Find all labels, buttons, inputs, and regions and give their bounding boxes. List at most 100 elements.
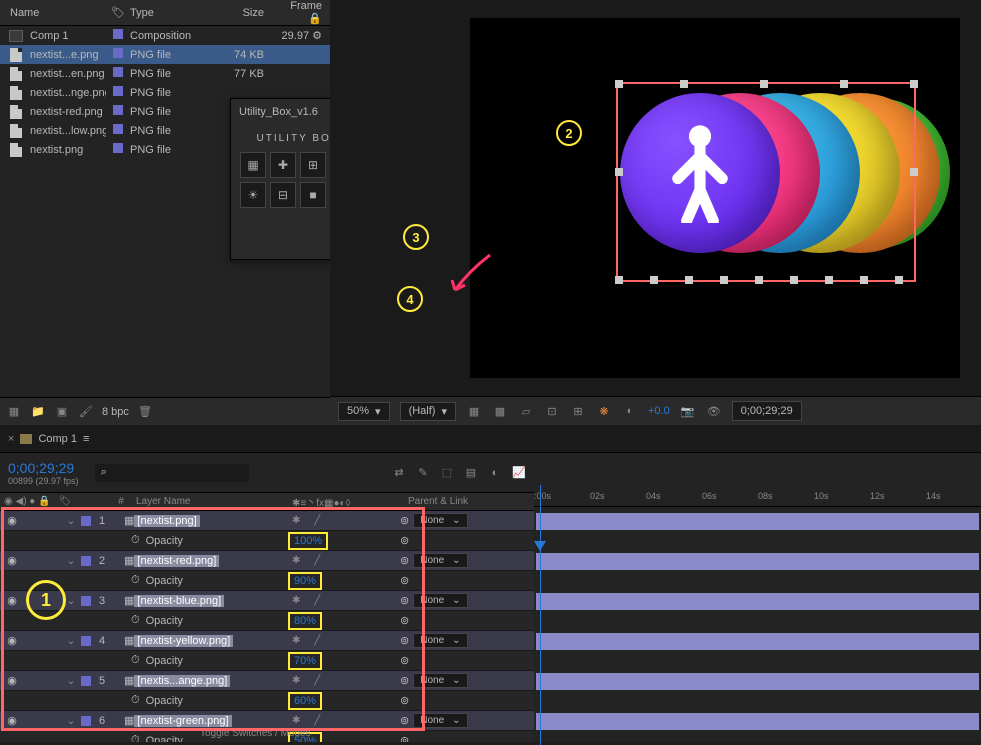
- bpc-label[interactable]: 8 bpc: [102, 406, 129, 418]
- label-color[interactable]: [81, 596, 91, 606]
- utility-tool-5[interactable]: ☀: [240, 182, 266, 208]
- layer-switches[interactable]: ✱ ╱: [292, 635, 400, 646]
- toggle-switches-label[interactable]: Toggle Switches / Modes: [200, 725, 311, 742]
- utility-tool-6[interactable]: ⊟: [270, 182, 296, 208]
- eye-icon[interactable]: ◉: [4, 554, 20, 567]
- eye-icon[interactable]: ◉: [4, 514, 20, 527]
- opacity-value[interactable]: 60%: [290, 694, 320, 708]
- link-icon[interactable]: ⊚: [400, 614, 409, 627]
- resolution-select[interactable]: (Half)▾: [400, 402, 456, 421]
- fast-preview-icon[interactable]: ▦: [466, 403, 482, 419]
- tag-cell[interactable]: [108, 67, 128, 80]
- handle-icon[interactable]: [615, 168, 623, 176]
- parent-link[interactable]: ⊚None⌄: [400, 713, 530, 728]
- twirl-icon[interactable]: ⌄: [64, 674, 78, 687]
- mask-icon[interactable]: ▱: [518, 403, 534, 419]
- stopwatch-icon[interactable]: ⏱: [131, 694, 140, 707]
- stopwatch-icon[interactable]: ⏱: [131, 654, 140, 667]
- draft3d-icon[interactable]: ✎: [414, 464, 432, 482]
- handle-icon[interactable]: [825, 276, 833, 284]
- layer-name[interactable]: [nextist-red.png]: [134, 555, 292, 567]
- layer-switches[interactable]: ✱ ╱: [292, 555, 400, 566]
- utility-tool-3[interactable]: ⊞: [300, 152, 326, 178]
- twirl-icon[interactable]: ⌄: [64, 634, 78, 647]
- handle-icon[interactable]: [760, 80, 768, 88]
- col-size[interactable]: Size: [222, 7, 272, 19]
- frame-blend-icon[interactable]: ▤: [462, 464, 480, 482]
- eye-icon[interactable]: ◉: [4, 634, 20, 647]
- parent-link[interactable]: ⊚None⌄: [400, 593, 530, 608]
- current-time[interactable]: 0;00;29;29: [8, 460, 79, 476]
- col-num[interactable]: #: [110, 496, 132, 507]
- new-folder-icon[interactable]: 📁: [30, 404, 46, 420]
- link-icon[interactable]: ⊚: [400, 574, 409, 587]
- layer-bar[interactable]: [536, 713, 979, 730]
- opacity-label[interactable]: Opacity: [140, 535, 290, 547]
- layer-switches[interactable]: ✱ ╱: [292, 515, 400, 526]
- handle-icon[interactable]: [685, 276, 693, 284]
- utility-tool-2[interactable]: ✚: [270, 152, 296, 178]
- eye-icon[interactable]: ◉: [4, 714, 20, 727]
- opacity-label[interactable]: Opacity: [140, 575, 290, 587]
- col-type[interactable]: Type: [130, 7, 220, 19]
- opacity-label[interactable]: Opacity: [140, 615, 290, 627]
- link-icon[interactable]: ⊚: [400, 654, 409, 667]
- layer-row[interactable]: ◉ ⌄ 5 ▦ [nextis...ange.png] ✱ ╱ ⊚None⌄: [0, 671, 534, 691]
- tag-cell[interactable]: [108, 143, 128, 156]
- tab-comp1[interactable]: Comp 1: [38, 433, 77, 445]
- col-parent[interactable]: Parent & Link: [400, 496, 530, 507]
- layer-bar[interactable]: [536, 593, 979, 610]
- exposure-value[interactable]: +0.0: [648, 405, 670, 417]
- handle-icon[interactable]: [650, 276, 658, 284]
- viewer-canvas[interactable]: [470, 18, 960, 378]
- layer-switches[interactable]: ✱ ╱: [292, 675, 400, 686]
- opacity-row[interactable]: ⏱ Opacity 90% ⊚: [0, 571, 534, 591]
- opacity-value[interactable]: 100%: [290, 534, 326, 548]
- tag-cell[interactable]: [108, 29, 128, 42]
- stopwatch-icon[interactable]: ⏱: [131, 574, 140, 587]
- layer-search-input[interactable]: [95, 464, 249, 482]
- handle-icon[interactable]: [615, 276, 623, 284]
- exposure-icon[interactable]: ◐: [622, 403, 638, 419]
- shy-icon[interactable]: ⬚: [438, 464, 456, 482]
- opacity-label[interactable]: Opacity: [140, 695, 290, 707]
- stopwatch-icon[interactable]: ⏱: [131, 734, 140, 742]
- opacity-row[interactable]: ⏱ Opacity 70% ⊚: [0, 651, 534, 671]
- label-color[interactable]: [81, 676, 91, 686]
- tab-menu-icon[interactable]: ≡: [83, 433, 89, 445]
- link-icon[interactable]: ⊚: [400, 534, 409, 547]
- label-color[interactable]: [81, 716, 91, 726]
- composition-viewer[interactable]: [330, 0, 981, 396]
- opacity-value[interactable]: 80%: [290, 614, 320, 628]
- new-comp-icon[interactable]: ▣: [54, 404, 70, 420]
- label-color[interactable]: [81, 636, 91, 646]
- parent-link[interactable]: ⊚None⌄: [400, 513, 530, 528]
- twirl-icon[interactable]: ⌄: [64, 714, 78, 727]
- handle-icon[interactable]: [720, 276, 728, 284]
- twirl-icon[interactable]: ⌄: [64, 594, 78, 607]
- handle-icon[interactable]: [790, 276, 798, 284]
- label-color[interactable]: [81, 556, 91, 566]
- project-row[interactable]: nextist...en.png PNG file 77 KB: [0, 64, 330, 83]
- utility-tool-1[interactable]: ▦: [240, 152, 266, 178]
- handle-icon[interactable]: [680, 80, 688, 88]
- preview-time[interactable]: 0;00;29;29: [732, 401, 802, 421]
- parent-link[interactable]: ⊚None⌄: [400, 633, 530, 648]
- project-row[interactable]: Comp 1 Composition 29.97 ⚙: [0, 26, 330, 45]
- layer-name[interactable]: [nextist.png]: [134, 515, 292, 527]
- handle-icon[interactable]: [755, 276, 763, 284]
- opacity-row[interactable]: ⏱ Opacity 80% ⊚: [0, 611, 534, 631]
- layer-name[interactable]: [nextis...ange.png]: [134, 675, 292, 687]
- trash-icon[interactable]: 🗑: [137, 404, 153, 420]
- link-icon[interactable]: ⊚: [400, 734, 409, 742]
- handle-icon[interactable]: [840, 80, 848, 88]
- layer-bar[interactable]: [536, 673, 979, 690]
- tab-close-icon[interactable]: ×: [8, 433, 14, 445]
- layer-row[interactable]: ◉ ⌄ 1 ▦ [nextist.png] ✱ ╱ ⊚None⌄: [0, 511, 534, 531]
- zoom-select[interactable]: 50%▾: [338, 402, 390, 421]
- opacity-row[interactable]: ⏱ Opacity 60% ⊚: [0, 691, 534, 711]
- layer-row[interactable]: ◉ ⌄ 3 ▦ [nextist-blue.png] ✱ ╱ ⊚None⌄: [0, 591, 534, 611]
- eye-icon[interactable]: ◉: [4, 674, 20, 687]
- col-layer-name[interactable]: Layer Name: [132, 496, 292, 507]
- layer-switches[interactable]: ✱ ╱: [292, 595, 400, 606]
